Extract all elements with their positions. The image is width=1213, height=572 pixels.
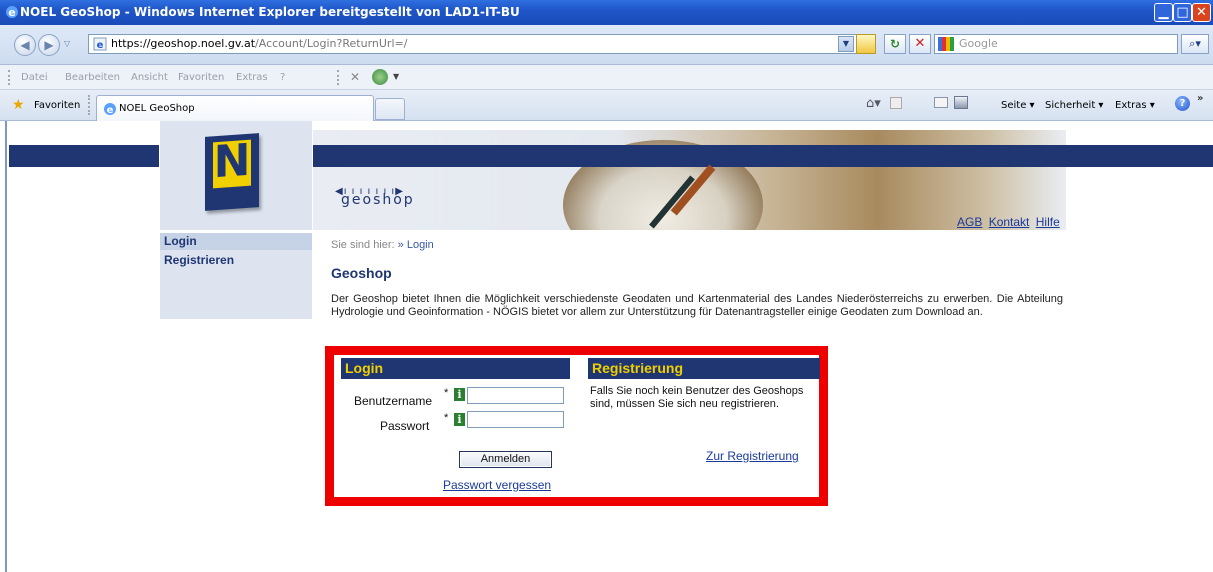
favorites-star-icon[interactable]: ★ [12, 97, 25, 113]
close-toolbar-icon[interactable]: ✕ [350, 70, 360, 84]
kontakt-link[interactable]: Kontakt [989, 215, 1030, 229]
login-heading: Login [341, 358, 570, 379]
favorites-button[interactable]: Favoriten [34, 100, 80, 111]
register-info-text: Falls Sie noch kein Benutzer des Geoshop… [590, 385, 804, 410]
window-title: NOEL GeoShop - Windows Internet Explorer… [20, 5, 520, 19]
toolbar-separator [88, 95, 90, 115]
refresh-icon[interactable]: ↻ [884, 34, 906, 54]
header-banner: ◀ı ı ı ı ı ı ı▶ geoshop [313, 130, 1066, 230]
login-register-box: Login Registrierung Benutzername * i Pas… [325, 346, 828, 506]
info-icon[interactable]: i [454, 413, 465, 426]
toolbar-separator [337, 70, 340, 85]
noe-logo-letter: N [213, 134, 251, 189]
svg-text:e: e [107, 105, 114, 116]
info-icon[interactable]: i [454, 388, 465, 401]
home-icon[interactable]: ⌂▾ [866, 96, 881, 111]
back-button[interactable]: ◀ [14, 34, 36, 56]
svg-text:e: e [97, 40, 104, 51]
menu-file[interactable]: Datei [21, 72, 48, 83]
forgot-password-link[interactable]: Passwort vergessen [443, 478, 551, 492]
username-label: Benutzername [354, 394, 433, 408]
sidebar-item-registrieren[interactable]: Registrieren [160, 252, 312, 269]
lock-icon[interactable] [856, 34, 876, 54]
maximize-button[interactable]: □ [1173, 3, 1192, 22]
page-content: N ◀ı ı ı ı ı ı ı▶ geoshop AGB Kontakt Hi… [0, 121, 1213, 572]
register-link[interactable]: Zur Registrierung [706, 449, 799, 463]
agb-link[interactable]: AGB [957, 215, 982, 229]
history-dropdown-icon[interactable]: ▽ [64, 39, 70, 48]
register-heading: Registrierung [588, 358, 820, 379]
noe-logo-inner: N [213, 134, 251, 189]
tab-bar: ★ Favoriten e NOEL GeoShop ⌂▾ Seite ▾ Si… [0, 90, 1213, 121]
tools-menu[interactable]: Extras ▾ [1115, 100, 1155, 111]
page-title: Geoshop [331, 265, 392, 281]
menu-bar: Datei Bearbeiten Ansicht Favoriten Extra… [0, 65, 1213, 90]
username-field[interactable] [467, 387, 564, 404]
top-links: AGB Kontakt Hilfe [957, 215, 1063, 229]
addon-dropdown-icon[interactable]: ▼ [393, 72, 399, 81]
chevron-more-icon[interactable]: » [1197, 93, 1203, 104]
menu-help[interactable]: ? [280, 72, 285, 83]
password-label: Passwort [380, 419, 430, 433]
address-dropdown-button[interactable]: ▼ [838, 36, 854, 52]
menu-favorites[interactable]: Favoriten [178, 72, 224, 83]
geoshop-logo[interactable]: geoshop [341, 192, 415, 208]
ie-page-icon: e [104, 103, 116, 116]
noe-logo[interactable]: N [205, 133, 259, 211]
print-icon[interactable] [954, 96, 968, 109]
page-icon: e [93, 37, 107, 51]
help-icon[interactable]: ? [1175, 96, 1190, 111]
ie-logo-icon: e [6, 6, 18, 19]
stop-icon[interactable]: ✕ [909, 34, 931, 54]
breadcrumb-current[interactable]: » Login [398, 239, 434, 251]
breadcrumb: Sie sind hier: » Login [331, 239, 434, 251]
intro-text: Der Geoshop bietet Ihnen die Möglichkeit… [331, 293, 1063, 318]
svg-text:e: e [8, 6, 15, 19]
side-navigation: Login Registrieren [160, 233, 312, 319]
hilfe-link[interactable]: Hilfe [1036, 215, 1060, 229]
address-input[interactable]: e https://geoshop.noel.gv.at/Account/Log… [88, 34, 861, 54]
mail-icon[interactable] [934, 97, 948, 108]
tab-noel-geoshop[interactable]: e NOEL GeoShop [96, 95, 374, 121]
page-left-rail [0, 121, 7, 572]
forward-button[interactable]: ▶ [38, 34, 60, 56]
login-button[interactable]: Anmelden [459, 451, 552, 468]
close-window-button[interactable]: ✕ [1192, 3, 1211, 22]
page-menu[interactable]: Seite ▾ [1001, 100, 1035, 111]
url-host: https://geoshop.noel.gv.at [111, 37, 256, 50]
addon-icon[interactable] [372, 69, 388, 85]
minimize-button[interactable]: ▁ [1154, 3, 1173, 22]
menu-tools[interactable]: Extras [236, 72, 268, 83]
tab-label: NOEL GeoShop [119, 103, 195, 114]
address-toolbar: ◀ ▶ ▽ e https://geoshop.noel.gv.at/Accou… [0, 25, 1213, 65]
password-field[interactable] [467, 411, 564, 428]
header-band-left [9, 145, 159, 167]
url-path: /Account/Login?ReturnUrl=/ [255, 37, 408, 50]
safety-menu[interactable]: Sicherheit ▾ [1045, 100, 1103, 111]
header-band-right [1066, 145, 1213, 167]
feeds-icon[interactable] [890, 97, 902, 109]
search-input[interactable]: Google [934, 34, 1178, 54]
required-marker: * [444, 387, 449, 399]
sidebar-item-login[interactable]: Login [160, 233, 312, 250]
toolbar-grip[interactable] [8, 70, 11, 85]
window-titlebar: e NOEL GeoShop - Windows Internet Explor… [0, 0, 1213, 25]
menu-view[interactable]: Ansicht [131, 72, 168, 83]
google-logo-icon [938, 37, 954, 51]
breadcrumb-prefix: Sie sind hier: [331, 239, 395, 251]
required-marker: * [444, 412, 449, 424]
search-icon[interactable]: ⌕▾ [1181, 34, 1209, 54]
menu-edit[interactable]: Bearbeiten [65, 72, 120, 83]
header-band-center [313, 145, 1066, 167]
new-tab-button[interactable] [375, 98, 405, 120]
